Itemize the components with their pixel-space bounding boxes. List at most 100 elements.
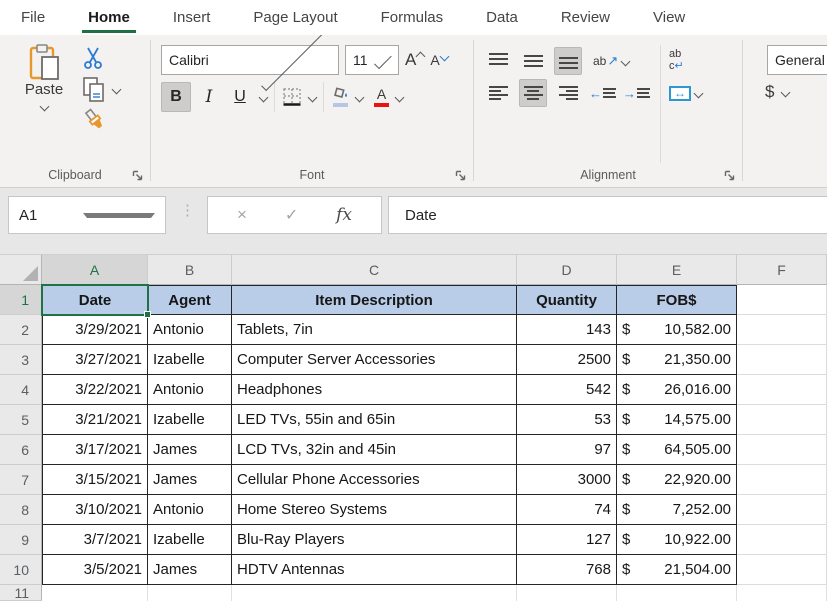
cell-E8[interactable]: $7,252.00	[617, 495, 737, 525]
name-box[interactable]: A1	[8, 196, 166, 234]
cell-E3[interactable]: $21,350.00	[617, 345, 737, 375]
cell-B1[interactable]: Agent	[148, 285, 232, 315]
enter-icon[interactable]: ✓	[285, 205, 298, 225]
accounting-format-button[interactable]: $	[765, 82, 789, 102]
tab-data[interactable]: Data	[486, 0, 518, 35]
copy-button[interactable]	[82, 76, 120, 102]
cell-A5[interactable]: 3/21/2021	[42, 405, 148, 435]
font-color-button[interactable]: A	[374, 87, 389, 107]
cell-D11[interactable]	[517, 585, 617, 601]
cell-F11[interactable]	[737, 585, 827, 601]
column-header-D[interactable]: D	[517, 255, 617, 285]
cell-A6[interactable]: 3/17/2021	[42, 435, 148, 465]
clipboard-dialog-launcher-icon[interactable]	[132, 170, 143, 181]
bottom-align-button[interactable]	[554, 47, 582, 75]
middle-align-button[interactable]	[519, 47, 547, 75]
cell-A2[interactable]: 3/29/2021	[42, 315, 148, 345]
center-button[interactable]	[519, 79, 547, 107]
cell-F6[interactable]	[737, 435, 827, 465]
cell-C2[interactable]: Tablets, 7in	[232, 315, 517, 345]
increase-font-size-button[interactable]: A	[405, 50, 424, 70]
formula-bar-divider[interactable]: ⋮	[180, 202, 195, 220]
cell-E5[interactable]: $14,575.00	[617, 405, 737, 435]
orientation-button[interactable]: ab ↗	[593, 53, 629, 69]
tab-file[interactable]: File	[21, 0, 45, 35]
cell-E9[interactable]: $10,922.00	[617, 525, 737, 555]
cell-F3[interactable]	[737, 345, 827, 375]
cell-D9[interactable]: 127	[517, 525, 617, 555]
select-all-corner[interactable]	[0, 255, 42, 285]
font-dialog-launcher-icon[interactable]	[455, 170, 466, 181]
cell-F1[interactable]	[737, 285, 827, 315]
cell-C11[interactable]	[232, 585, 517, 601]
top-align-button[interactable]	[484, 47, 512, 75]
cell-E4[interactable]: $26,016.00	[617, 375, 737, 405]
cell-A11[interactable]	[42, 585, 148, 601]
row-header-9[interactable]: 9	[0, 525, 42, 555]
fill-handle[interactable]	[144, 311, 151, 318]
cell-F2[interactable]	[737, 315, 827, 345]
tab-view[interactable]: View	[653, 0, 685, 35]
cell-E2[interactable]: $10,582.00	[617, 315, 737, 345]
decrease-font-size-button[interactable]: A	[430, 52, 447, 68]
format-painter-button[interactable]	[82, 108, 120, 132]
wrap-text-button[interactable]: ab c↵	[669, 49, 684, 72]
formula-input[interactable]: Date	[388, 196, 827, 234]
copy-dropdown-chevron-icon[interactable]	[112, 84, 122, 94]
cell-D4[interactable]: 542	[517, 375, 617, 405]
cell-C6[interactable]: LCD TVs, 32in and 45in	[232, 435, 517, 465]
column-header-B[interactable]: B	[148, 255, 232, 285]
font-name-select[interactable]: Calibri	[161, 45, 339, 75]
cell-F5[interactable]	[737, 405, 827, 435]
row-header-8[interactable]: 8	[0, 495, 42, 525]
cell-F4[interactable]	[737, 375, 827, 405]
cell-D3[interactable]: 2500	[517, 345, 617, 375]
column-header-A[interactable]: A	[42, 255, 148, 285]
row-header-10[interactable]: 10	[0, 555, 42, 585]
cell-B3[interactable]: Izabelle	[148, 345, 232, 375]
cell-C3[interactable]: Computer Server Accessories	[232, 345, 517, 375]
cell-C8[interactable]: Home Stereo Systems	[232, 495, 517, 525]
row-header-11[interactable]: 11	[0, 585, 42, 601]
row-header-4[interactable]: 4	[0, 375, 42, 405]
cell-B4[interactable]: Antonio	[148, 375, 232, 405]
paste-button[interactable]: Paste	[15, 43, 73, 163]
cell-D5[interactable]: 53	[517, 405, 617, 435]
font-color-chevron-icon[interactable]	[395, 92, 405, 102]
cell-E10[interactable]: $21,504.00	[617, 555, 737, 585]
align-right-button[interactable]	[554, 79, 582, 107]
cell-D1[interactable]: Quantity	[517, 285, 617, 315]
underline-chevron-icon[interactable]	[259, 92, 269, 102]
paste-dropdown-chevron-icon[interactable]	[39, 102, 49, 112]
cell-F8[interactable]	[737, 495, 827, 525]
cell-E11[interactable]	[617, 585, 737, 601]
cell-A1[interactable]: Date	[42, 285, 148, 315]
borders-chevron-icon[interactable]	[308, 92, 318, 102]
cell-C4[interactable]: Headphones	[232, 375, 517, 405]
alignment-dialog-launcher-icon[interactable]	[724, 170, 735, 181]
cell-B8[interactable]: Antonio	[148, 495, 232, 525]
tab-page-layout[interactable]: Page Layout	[253, 0, 337, 35]
name-box-dropdown-icon[interactable]	[83, 213, 155, 218]
cell-C7[interactable]: Cellular Phone Accessories	[232, 465, 517, 495]
cell-B5[interactable]: Izabelle	[148, 405, 232, 435]
number-format-select[interactable]: General	[767, 45, 827, 75]
cell-C1[interactable]: Item Description	[232, 285, 517, 315]
cell-B7[interactable]: James	[148, 465, 232, 495]
tab-insert[interactable]: Insert	[173, 0, 211, 35]
cell-A10[interactable]: 3/5/2021	[42, 555, 148, 585]
column-header-F[interactable]: F	[737, 255, 827, 285]
tab-home[interactable]: Home	[88, 0, 130, 35]
cell-A7[interactable]: 3/15/2021	[42, 465, 148, 495]
underline-button[interactable]: U	[227, 82, 253, 112]
tab-formulas[interactable]: Formulas	[381, 0, 444, 35]
merge-center-button[interactable]: ↔	[669, 86, 702, 101]
row-header-7[interactable]: 7	[0, 465, 42, 495]
cell-D2[interactable]: 143	[517, 315, 617, 345]
fill-color-chevron-icon[interactable]	[355, 92, 365, 102]
cell-B11[interactable]	[148, 585, 232, 601]
cell-A9[interactable]: 3/7/2021	[42, 525, 148, 555]
insert-function-icon[interactable]: fx	[336, 205, 352, 225]
font-size-select[interactable]: 11	[345, 45, 399, 75]
cell-C10[interactable]: HDTV Antennas	[232, 555, 517, 585]
